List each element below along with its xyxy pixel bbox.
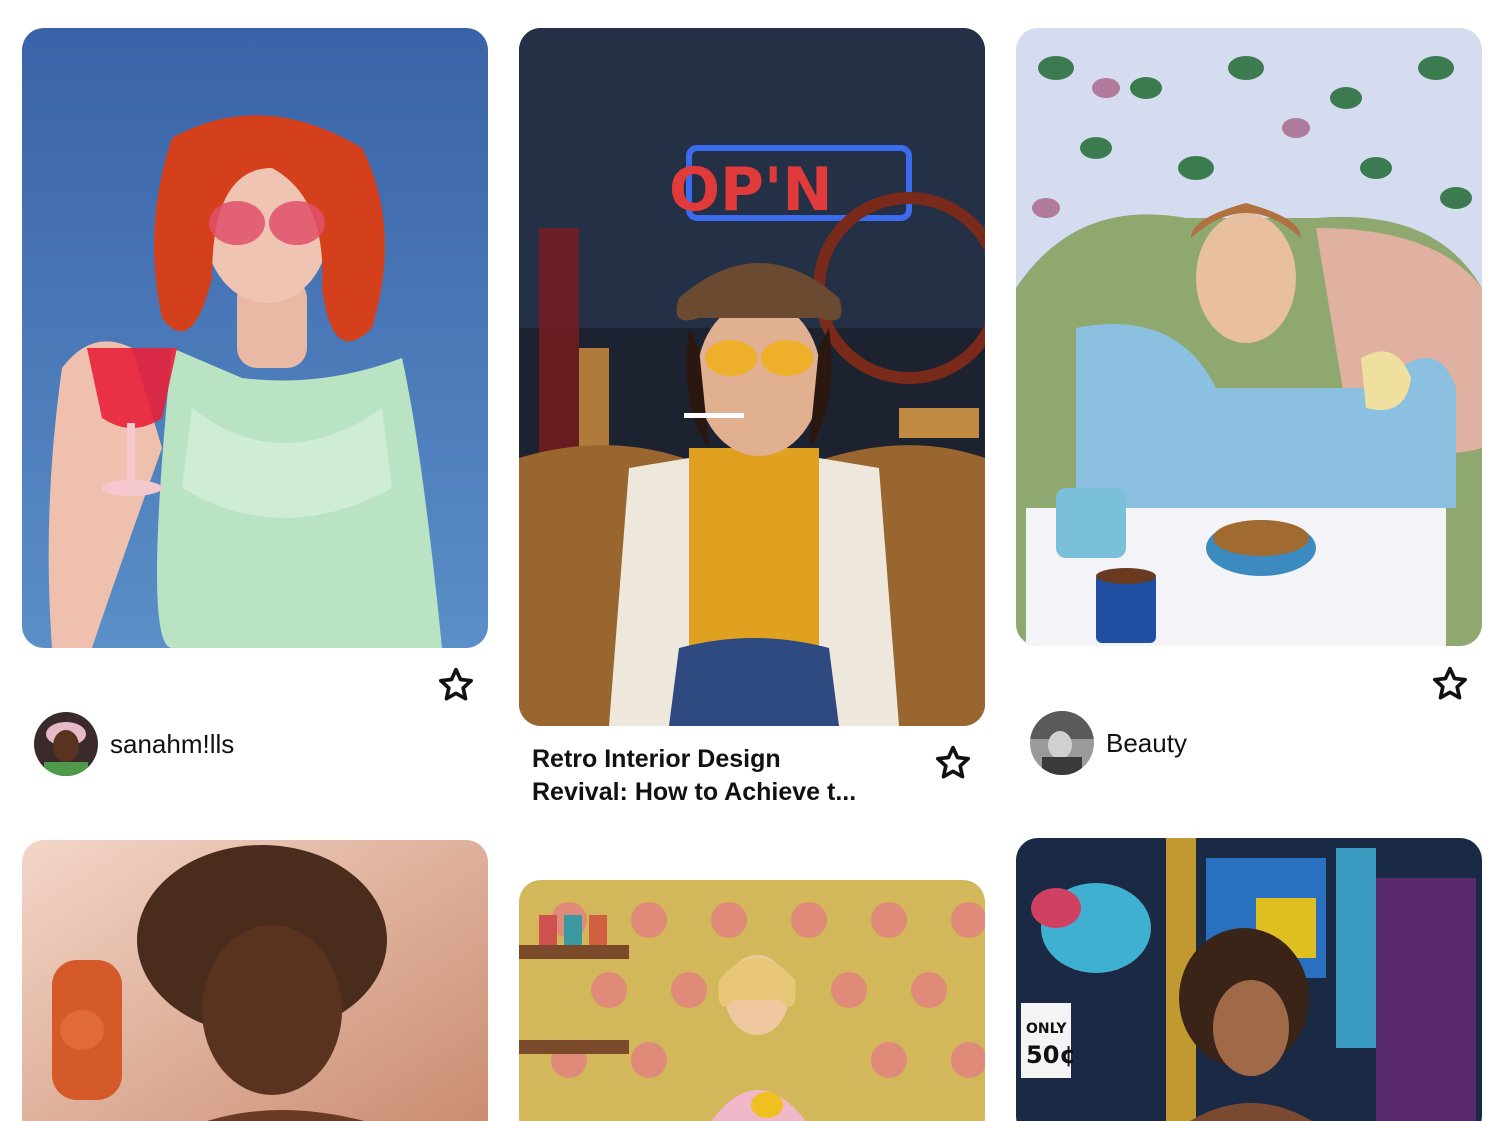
pin-image-2[interactable]: OP'N xyxy=(519,28,985,726)
creator-avatar xyxy=(1030,711,1094,775)
pin-title-line-2: Revival: How to Achieve t... xyxy=(532,778,857,806)
pin-title-2[interactable]: Retro Interior Design Revival: How to Ac… xyxy=(532,743,922,809)
star-icon xyxy=(439,667,473,701)
star-icon xyxy=(1433,666,1467,700)
save-star-button-1[interactable] xyxy=(436,665,476,705)
save-star-button-2[interactable] xyxy=(933,743,973,783)
star-icon xyxy=(936,745,970,779)
pin-grid: sanahm!lls OP'N Retro Interior Design Re… xyxy=(0,0,1500,1121)
pin-image-1[interactable] xyxy=(22,28,488,648)
creator-avatar xyxy=(34,712,98,776)
svg-text:ONLY: ONLY xyxy=(1026,1021,1067,1037)
pin-image-5[interactable] xyxy=(519,880,985,1121)
pin-title-line-1: Retro Interior Design xyxy=(532,745,781,773)
pin-creator-3[interactable]: Beauty xyxy=(1030,711,1187,775)
creator-name: sanahm!lls xyxy=(110,728,235,759)
pin-image-4[interactable] xyxy=(22,840,488,1121)
pin-image-3[interactable] xyxy=(1016,28,1482,646)
save-star-button-3[interactable] xyxy=(1430,664,1470,704)
pin-creator-1[interactable]: sanahm!lls xyxy=(34,712,234,776)
svg-text:OP'N: OP'N xyxy=(669,155,833,225)
creator-name: Beauty xyxy=(1106,727,1187,758)
pin-image-6[interactable]: ONLY 50¢ xyxy=(1016,838,1482,1121)
svg-text:50¢: 50¢ xyxy=(1026,1041,1076,1069)
